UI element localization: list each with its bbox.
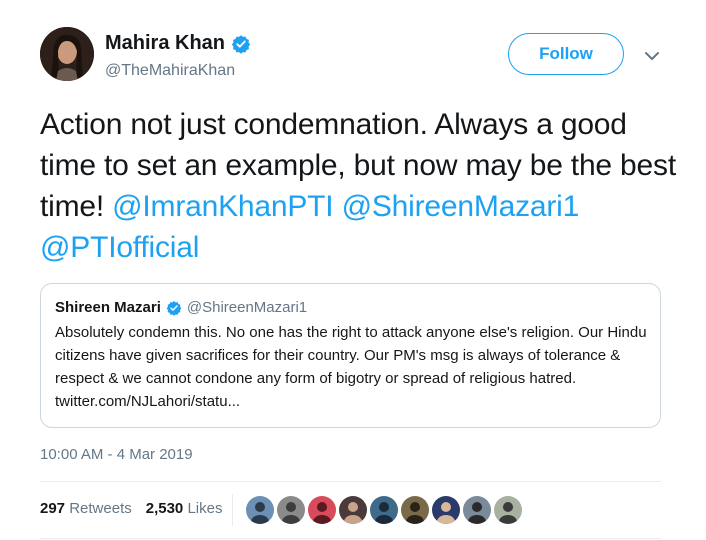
tweet-stats: 297 Retweets 2,530 Likes (40, 500, 222, 517)
author-name-row: Mahira Khan (105, 32, 251, 55)
liker-avatar[interactable] (277, 496, 305, 524)
quoted-tweet-text: Absolutely condemn this. No one has the … (55, 324, 647, 410)
author-handle[interactable]: @TheMahiraKhan (105, 62, 235, 80)
liker-avatar[interactable] (401, 496, 429, 524)
follow-button[interactable]: Follow (508, 33, 624, 75)
quoted-tweet[interactable]: Shireen Mazari @ShireenMazari1 Absolutel… (40, 283, 661, 428)
liker-avatar[interactable] (308, 496, 336, 524)
liker-avatar[interactable] (370, 496, 398, 524)
liker-avatar[interactable] (339, 496, 367, 524)
quoted-author-name: Shireen Mazari (55, 299, 161, 316)
divider (40, 538, 661, 539)
mention-ptiofficial[interactable]: @PTIofficial (40, 231, 199, 264)
mention-shireenmazari1[interactable]: @ShireenMazari1 (342, 190, 580, 223)
liker-avatar[interactable] (494, 496, 522, 524)
quoted-author-handle: @ShireenMazari1 (186, 299, 308, 316)
retweets-count: 297 (40, 500, 66, 517)
stats-divider (232, 494, 233, 526)
verified-badge-icon (231, 34, 251, 54)
author-avatar[interactable] (40, 27, 94, 81)
divider (40, 481, 661, 482)
tweet-card: Mahira Khan @TheMahiraKhan Follow Action… (0, 0, 706, 540)
likes-stat[interactable]: 2,530 Likes (146, 500, 223, 517)
verified-badge-icon (166, 300, 182, 316)
chevron-down-icon[interactable] (642, 46, 662, 66)
likes-label: Likes (187, 500, 223, 517)
liker-avatar[interactable] (463, 496, 491, 524)
liker-avatar[interactable] (246, 496, 274, 524)
quoted-tweet-header: Shireen Mazari @ShireenMazari1 (55, 298, 646, 318)
author-name[interactable]: Mahira Khan (105, 32, 225, 55)
liker-avatar[interactable] (432, 496, 460, 524)
retweets-stat[interactable]: 297 Retweets (40, 500, 132, 517)
tweet-text: Action not just condemnation. Always a g… (40, 104, 680, 268)
likes-count: 2,530 (145, 500, 184, 517)
mention-imrankhanpti[interactable]: @ImranKhanPTI (112, 190, 333, 223)
liker-avatars (246, 496, 522, 524)
retweets-label: Retweets (69, 500, 132, 517)
tweet-timestamp[interactable]: 10:00 AM - 4 Mar 2019 (40, 446, 193, 463)
